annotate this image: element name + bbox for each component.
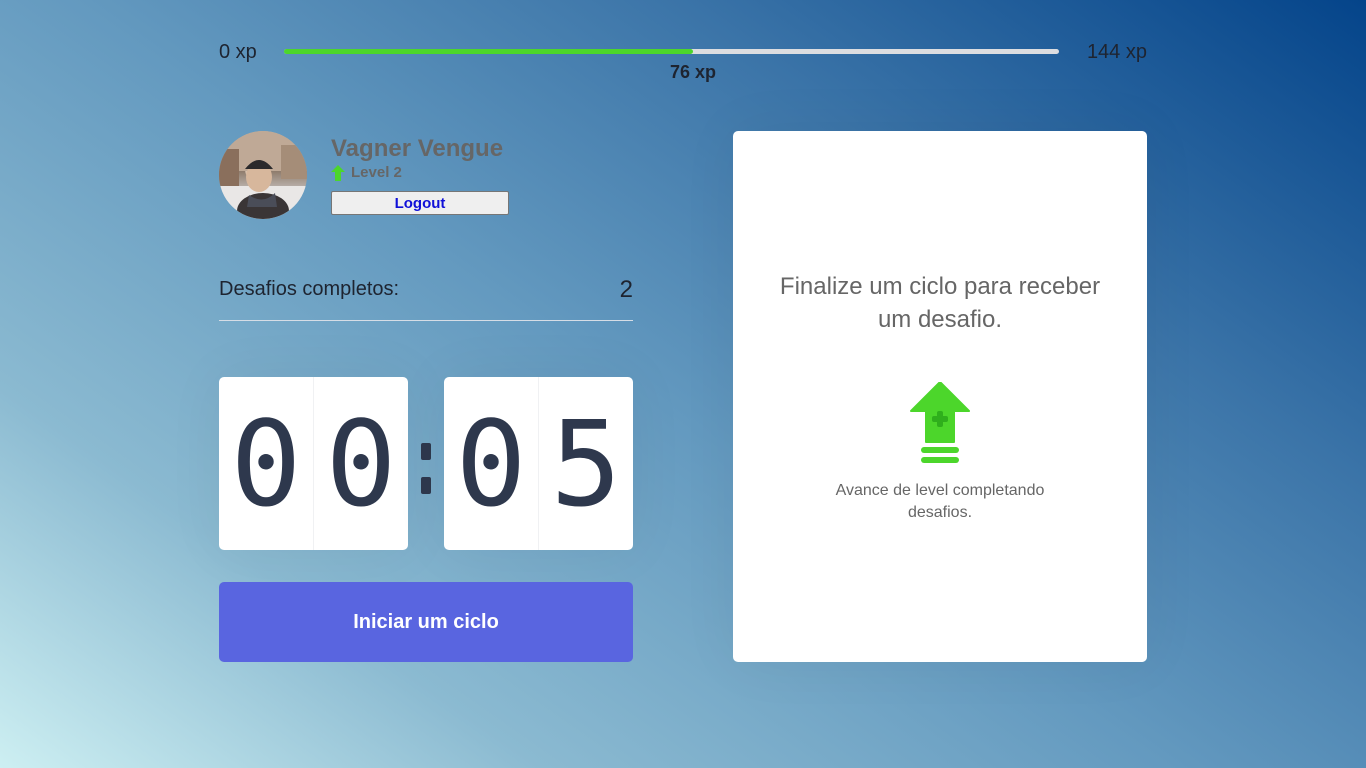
level-up-icon <box>908 382 972 466</box>
second-digit-tens: 0 <box>455 394 527 533</box>
avatar <box>219 131 307 219</box>
xp-min-label: 0 xp <box>219 41 257 63</box>
start-cycle-button[interactable]: Iniciar um ciclo <box>219 582 633 662</box>
countdown-minutes: 0 0 <box>219 377 408 550</box>
challenge-box: Finalize um ciclo para receber um desafi… <box>733 131 1147 662</box>
user-level-label: Level 2 <box>351 164 402 181</box>
xp-fill <box>284 49 694 54</box>
xp-track <box>284 49 1059 54</box>
xp-max-label: 144 xp <box>1086 41 1147 63</box>
xp-current-label: 76 xp <box>670 62 717 82</box>
completed-challenges: Desafios completos: 2 <box>219 276 633 321</box>
completed-challenges-label: Desafios completos: <box>219 278 400 300</box>
level-up-arrow-icon <box>331 164 345 181</box>
minute-digit-ones: 0 <box>313 377 408 550</box>
countdown-seconds: 0 5 <box>444 377 633 550</box>
second-digit-ones: 5 <box>538 377 633 550</box>
experience-bar: 0 xp 76 xp 144 xp <box>219 40 1147 90</box>
logout-button[interactable]: Logout <box>331 191 509 215</box>
challenge-hint: Avance de level completando desafios. <box>835 482 1045 521</box>
user-level: Level 2 <box>331 164 402 181</box>
profile: Vagner Vengue Level 2 Logout <box>219 131 639 221</box>
completed-challenges-count: 2 <box>619 276 633 303</box>
user-name: Vagner Vengue <box>331 135 504 162</box>
challenge-title: Finalize um ciclo para receber um desafi… <box>779 273 1101 333</box>
minute-digit-tens: 0 <box>230 394 302 533</box>
countdown-separator <box>414 417 438 507</box>
countdown: 0 0 0 5 <box>219 377 633 550</box>
